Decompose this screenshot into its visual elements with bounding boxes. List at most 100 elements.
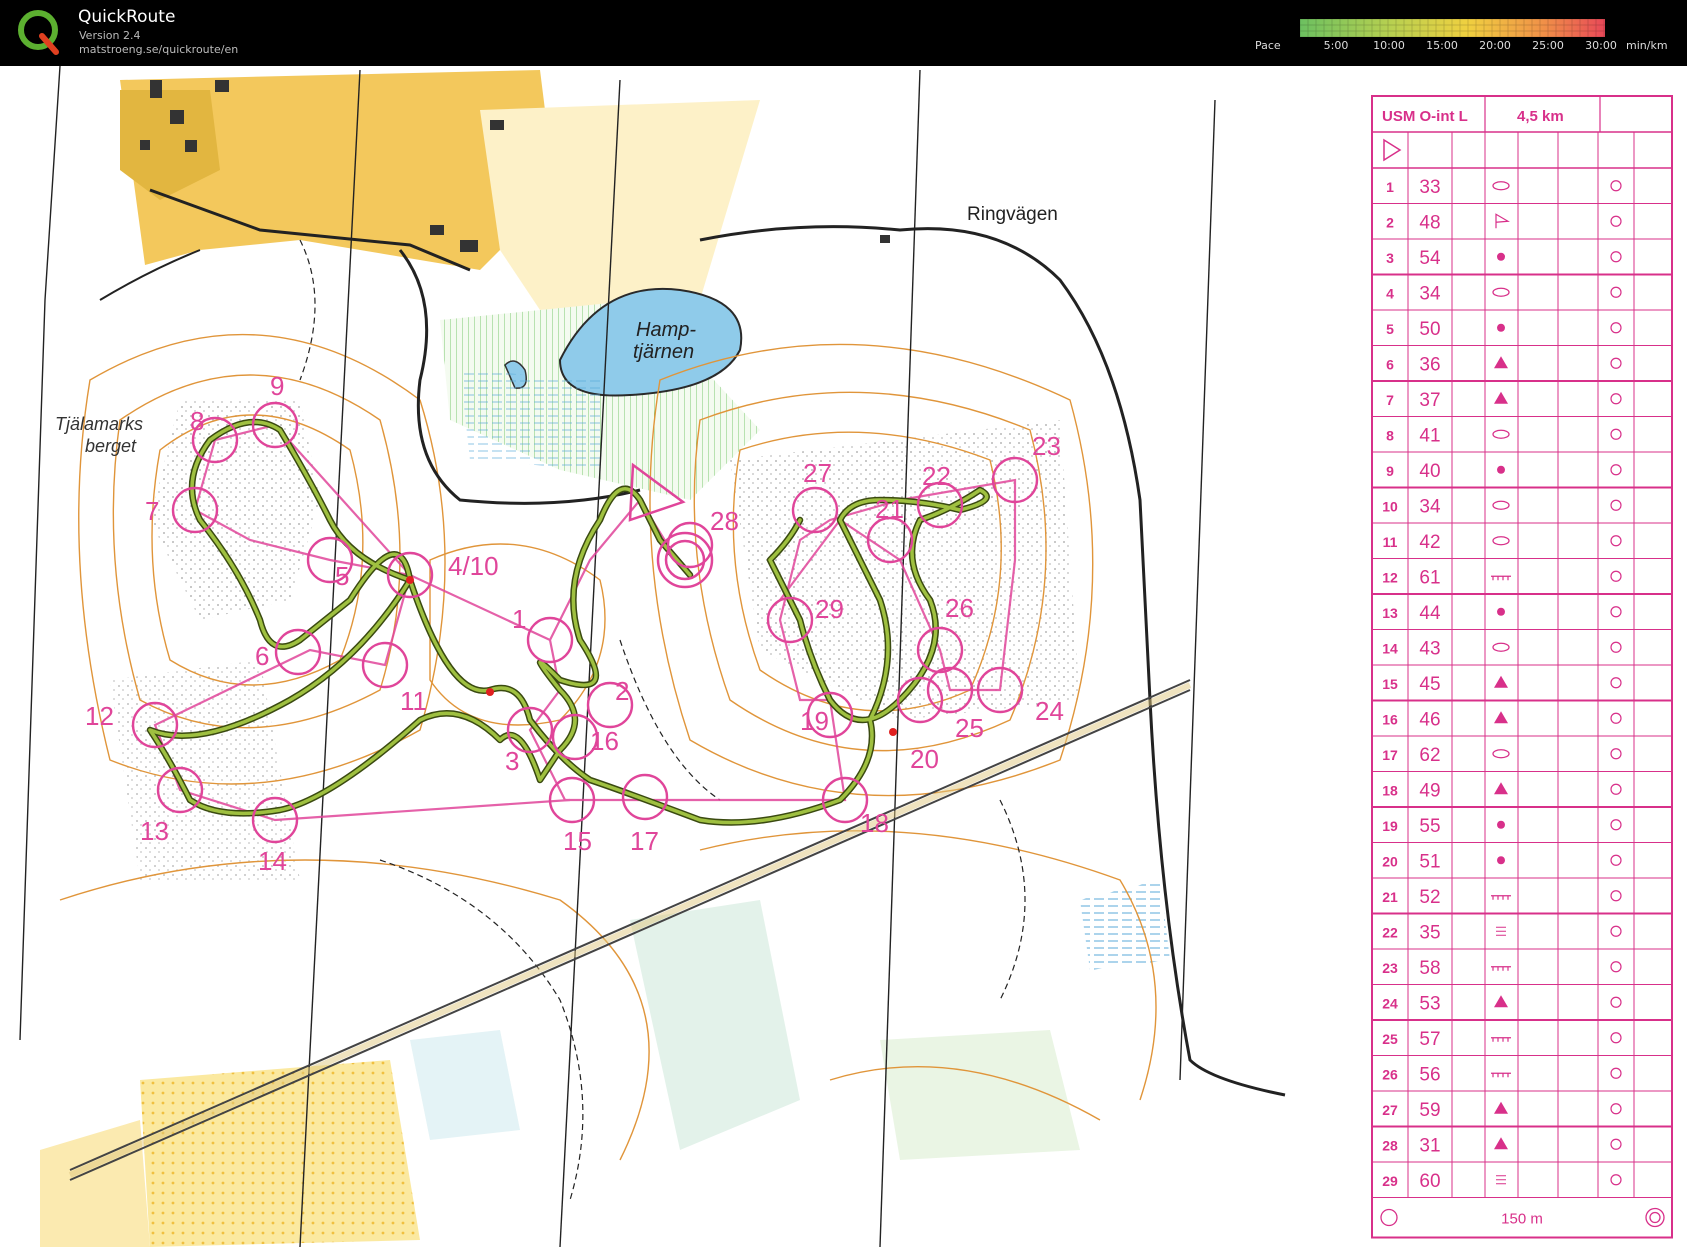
sheet-row-code: 34 [1419,283,1441,304]
sheet-row-number: 5 [1386,321,1394,337]
sheet-row-code: 42 [1419,532,1440,553]
sheet-row-code: 44 [1419,603,1441,624]
pace-tick: 5:00 [1323,39,1349,52]
control-number: 15 [563,826,592,856]
control-number: 25 [955,713,984,743]
sheet-row-code: 33 [1419,177,1440,198]
map-label-hamp: Hamp- [636,319,696,341]
sheet-row-number: 7 [1386,392,1394,408]
app-url[interactable]: matstroeng.se/quickroute/en [79,43,238,56]
sheet-row-code: 61 [1419,567,1440,588]
sheet-title: USM O-int L [1382,108,1468,125]
map-label-ringvagen: Ringvägen [967,204,1058,225]
sheet-row-code: 35 [1419,922,1440,943]
app-name: QuickRoute [78,7,176,27]
control-number: 26 [945,593,974,623]
pace-tick: 20:00 [1479,39,1511,52]
map-label-tjarnen: tjärnen [633,341,694,363]
sheet-row-number: 1 [1386,179,1394,195]
control-number: 21 [875,494,904,524]
app-version: Version 2.4 [79,29,141,42]
sheet-row-code: 34 [1419,496,1441,517]
sheet-row-number: 15 [1382,676,1398,692]
sheet-row-code: 31 [1419,1135,1440,1156]
control-number: 14 [258,846,287,876]
sheet-row-number: 12 [1382,569,1398,585]
sheet-row-code: 55 [1419,816,1440,837]
sheet-row-code: 46 [1419,709,1440,730]
sheet-row-code: 56 [1419,1064,1440,1085]
quickroute-logo [18,10,59,55]
control-number: 6 [255,641,269,671]
sheet-row-number: 11 [1383,534,1398,550]
control-number: 5 [335,561,349,591]
pace-tick: 15:00 [1426,39,1458,52]
sheet-row-number: 10 [1382,498,1398,514]
control-number: 22 [922,461,951,491]
control-number: 20 [910,744,939,774]
sheet-row-number: 19 [1382,818,1398,834]
control-number: 3 [505,746,519,776]
pace-label: Pace [1255,39,1281,52]
control-number: 28 [710,506,739,536]
control-description-sheet: USM O-int L 4,5 km1 332 483 544 345 506 367 378 4… [1371,95,1673,1239]
sheet-row-code: 45 [1419,674,1440,695]
sheet-border [1371,95,1673,1239]
sheet-row-code: 59 [1419,1100,1440,1121]
sheet-row-number: 9 [1386,463,1394,479]
sheet-row-number: 26 [1382,1066,1398,1082]
map-label-tjalamarks: Tjälamarks [55,414,143,434]
control-number: 17 [630,826,659,856]
control-number: 8 [190,406,204,436]
control-number: 27 [803,458,832,488]
control-number: 23 [1032,431,1061,461]
sheet-row-number: 8 [1386,427,1394,443]
pace-tick: 25:00 [1532,39,1564,52]
sheet-row-code: 37 [1419,390,1440,411]
pace-tick: 30:00 [1585,39,1617,52]
sheet-row-number: 6 [1386,356,1394,372]
sheet-row-code: 53 [1419,993,1440,1014]
sheet-row-number: 2 [1386,214,1394,230]
control-number: 18 [860,808,889,838]
map-canvas[interactable]: Ringvägen Hamp- tjärnen Tjälamarks berge… [0,66,1687,1247]
control-number: 13 [140,816,169,846]
sheet-row-number: 3 [1386,250,1394,266]
sheet-row-code: 52 [1419,887,1440,908]
control-number: 2 [615,676,629,706]
app-header: QuickRoute Version 2.4 matstroeng.se/qui… [0,0,1687,66]
boulder-symbol [1497,820,1505,829]
sheet-row-number: 20 [1382,853,1398,869]
sheet-row-number: 25 [1382,1031,1398,1047]
sheet-row-number: 17 [1382,747,1398,763]
sheet-row-code: 54 [1419,248,1441,269]
boulder-symbol [1497,252,1505,261]
sheet-row-code: 51 [1419,851,1440,872]
sheet-row-number: 18 [1382,782,1398,798]
pace-tick: 10:00 [1373,39,1405,52]
sheet-row-number: 22 [1382,924,1398,940]
control-number: 24 [1035,696,1064,726]
map-label-berget: berget [85,436,137,456]
sheet-row-number: 24 [1382,995,1398,1011]
sheet-row-code: 48 [1419,212,1440,233]
sheet-row-number: 27 [1382,1102,1398,1118]
control-number: 19 [800,706,829,736]
pace-unit: min/km [1626,39,1668,52]
boulder-symbol [1497,323,1505,332]
control-number: 7 [145,496,159,526]
sheet-row-code: 49 [1419,780,1440,801]
control-number: 29 [815,594,844,624]
sheet-row-number: 28 [1382,1137,1398,1153]
sheet-row-code: 62 [1419,745,1440,766]
sheet-row-code: 40 [1419,461,1440,482]
orienteering-map[interactable]: Ringvägen Hamp- tjärnen Tjälamarks berge… [0,66,1687,1247]
boulder-symbol [1497,607,1505,616]
marsh [460,370,600,470]
sheet-row-number: 14 [1382,640,1398,656]
sheet-distance: 4,5 km [1517,108,1564,125]
sheet-row-code: 43 [1419,638,1440,659]
sheet-row-number: 23 [1382,960,1398,976]
boulder-symbol [1497,465,1505,474]
boulder-symbol [1497,856,1505,865]
